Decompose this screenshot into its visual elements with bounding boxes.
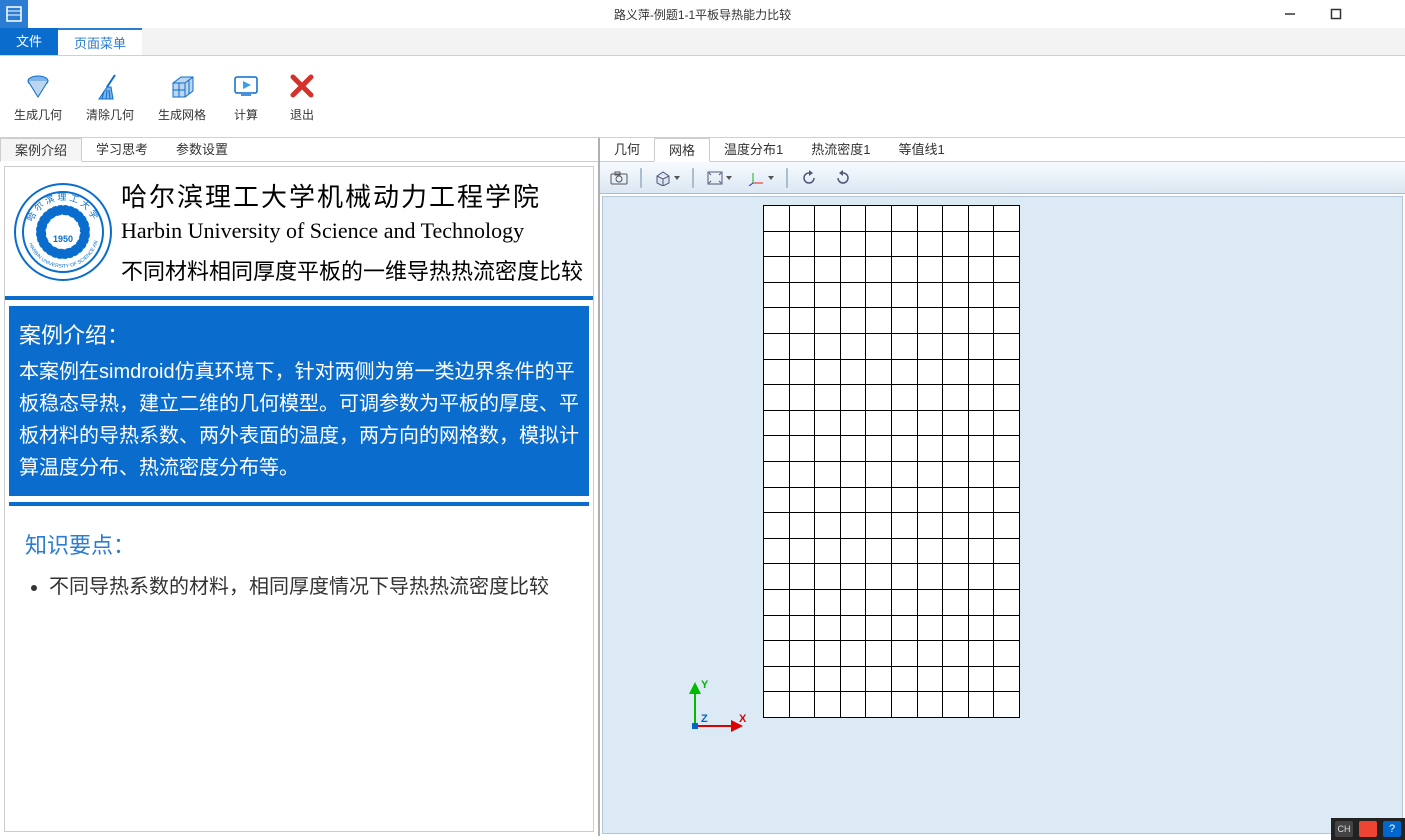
svg-text:X: X [739,713,747,725]
close-x-icon [286,70,318,102]
case-intro-box: 案例介绍： 本案例在simdroid仿真环境下，针对两侧为第一类边界条件的平板稳… [9,306,589,496]
app-icon [0,0,28,28]
gen-geometry-button[interactable]: 生成几何 [8,66,68,127]
tray-help-icon[interactable]: ? [1383,821,1401,837]
left-body: 哈 尔 滨 理 工 大 学 1950 HARBIN UNIVERSITY OF … [4,166,594,832]
university-text: 哈尔滨理工大学机械动力工程学院 Harbin University of Sci… [121,177,583,286]
title-bar: 路义萍-例题1-1平板导热能力比较 [0,0,1405,28]
mesh-grid [763,205,1020,718]
compute-label: 计算 [234,106,258,123]
gen-mesh-button[interactable]: 生成网格 [152,66,212,127]
right-tabs: 几何 网格 温度分布1 热流密度1 等值线1 [600,138,1405,162]
chevron-down-icon [674,176,680,180]
knowledge-heading: 知识要点： [25,528,573,560]
window-title: 路义萍-例题1-1平板导热能力比较 [614,6,791,23]
coordinate-axes: Y X Z [683,678,753,743]
mesh-viewport[interactable]: Y X Z [602,196,1403,834]
menu-file[interactable]: 文件 [0,28,58,55]
separator [692,168,694,188]
menu-bar: 文件 页面菜单 [0,28,1405,56]
view-cube-button[interactable] [650,166,684,190]
broom-icon [94,70,126,102]
svg-text:Y: Y [701,679,709,691]
rotate-ccw-icon [800,170,818,186]
gen-geometry-label: 生成几何 [14,106,62,123]
case-intro-body: 本案例在simdroid仿真环境下，针对两侧为第一类边界条件的平板稳态导热，建立… [19,356,579,484]
axes-icon [748,170,766,186]
exit-label: 退出 [290,106,314,123]
minimize-button[interactable] [1267,0,1313,28]
tab-mesh[interactable]: 网格 [654,138,710,162]
chevron-down-icon [726,176,732,180]
tab-case-intro[interactable]: 案例介绍 [0,138,82,162]
svg-text:Z: Z [701,713,708,725]
gen-geometry-icon [22,70,54,102]
menu-pagemenu[interactable]: 页面菜单 [58,28,142,55]
university-logo: 哈 尔 滨 理 工 大 学 1950 HARBIN UNIVERSITY OF … [13,182,113,282]
tray-ime-icon[interactable]: CH [1335,821,1353,837]
university-header: 哈 尔 滨 理 工 大 学 1950 HARBIN UNIVERSITY OF … [5,167,593,300]
tab-contour1[interactable]: 等值线1 [885,138,959,161]
clear-geometry-button[interactable]: 清除几何 [80,66,140,127]
rotate-left-button[interactable] [796,166,822,190]
separator [640,168,642,188]
play-icon [230,70,262,102]
tab-study[interactable]: 学习思考 [82,138,162,161]
cube-icon [654,170,672,186]
knowledge-item: 不同导热系数的材料，相同厚度情况下导热热流密度比较 [49,570,573,604]
separator [786,168,788,188]
window-controls [1267,0,1405,28]
gen-mesh-label: 生成网格 [158,106,206,123]
university-name-cn: 哈尔滨理工大学机械动力工程学院 [121,177,583,214]
camera-icon [610,170,628,186]
clear-geometry-label: 清除几何 [86,106,134,123]
tray-sogou-icon[interactable] [1359,821,1377,837]
right-pane: 几何 网格 温度分布1 热流密度1 等值线1 [600,138,1405,836]
screenshot-button[interactable] [606,166,632,190]
fit-view-button[interactable] [702,166,736,190]
system-tray: CH ? [1331,818,1405,840]
tab-geometry[interactable]: 几何 [600,138,654,161]
tab-params[interactable]: 参数设置 [162,138,242,161]
axes-view-button[interactable] [744,166,778,190]
knowledge-points: 知识要点： 不同导热系数的材料，相同厚度情况下导热热流密度比较 [5,510,593,622]
rotate-right-button[interactable] [830,166,856,190]
left-tabs: 案例介绍 学习思考 参数设置 [0,138,598,162]
mesh-cube-icon [166,70,198,102]
maximize-button[interactable] [1313,0,1359,28]
content-area: 案例介绍 学习思考 参数设置 哈 尔 滨 理 工 大 学 1950 HARBIN… [0,138,1405,836]
exit-button[interactable]: 退出 [280,66,324,127]
tab-heatflux1[interactable]: 热流密度1 [797,138,884,161]
left-pane: 案例介绍 学习思考 参数设置 哈 尔 滨 理 工 大 学 1950 HARBIN… [0,138,600,836]
ribbon-toolbar: 生成几何 清除几何 生成网格 计算 退出 [0,56,1405,138]
chevron-down-icon [768,176,774,180]
compute-button[interactable]: 计算 [224,66,268,127]
rotate-cw-icon [834,170,852,186]
svg-text:1950: 1950 [53,234,73,244]
case-intro-heading: 案例介绍： [19,318,579,350]
divider [9,502,589,506]
fit-icon [706,170,724,186]
viewport-toolbar [600,162,1405,194]
tab-temperature1[interactable]: 温度分布1 [710,138,797,161]
case-subtitle: 不同材料相同厚度平板的一维导热热流密度比较 [121,254,583,286]
university-name-en: Harbin University of Science and Technol… [121,218,583,244]
